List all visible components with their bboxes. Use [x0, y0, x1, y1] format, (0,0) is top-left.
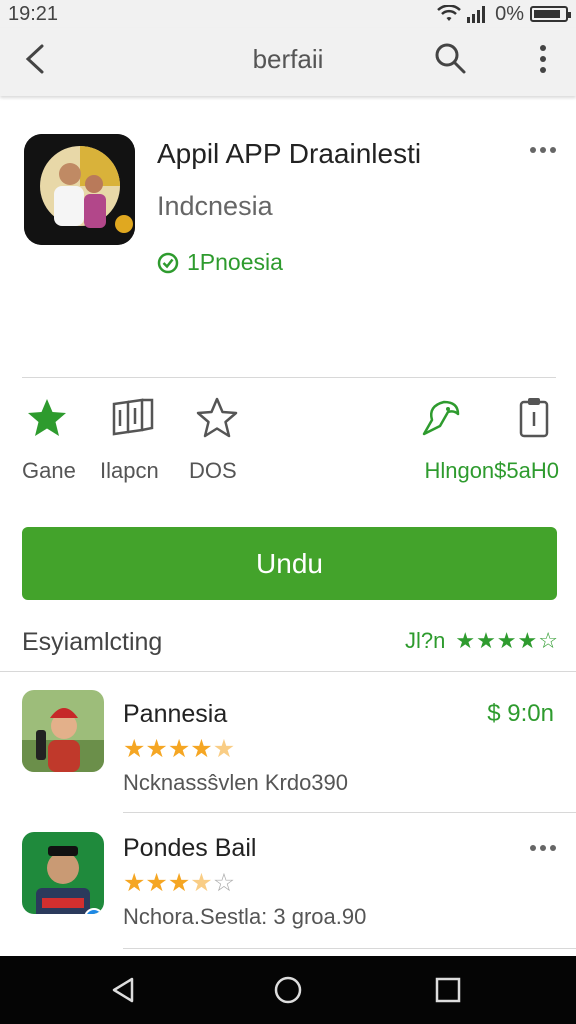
check-circle-icon: [157, 252, 179, 273]
section-rating: Jl?n ★ ★ ★ ★ ☆: [405, 628, 558, 654]
list-item-description: Nchora.Sestla: 3 groa.90: [123, 904, 367, 929]
stat-label-ilapcn: Ilapcn: [100, 458, 159, 483]
battery-icon: [530, 6, 571, 22]
signal-icon: [467, 6, 486, 23]
more-horizontal-icon[interactable]: [528, 836, 558, 860]
system-nav-bar: [0, 956, 576, 1024]
section-stars: ★ ★ ★ ★ ☆: [455, 628, 558, 654]
install-button[interactable]: Undu: [22, 527, 557, 600]
status-icons: 0%: [437, 2, 571, 26]
divider: [22, 377, 556, 378]
rating-star-icon: ★: [123, 869, 146, 897]
clipboard-icon[interactable]: [512, 396, 556, 440]
book-icon[interactable]: [110, 396, 154, 440]
section-label: Esyiamlcting: [22, 628, 163, 656]
stat-label-price: Hlngon$5aH0: [424, 458, 559, 483]
thumbnail-photo: [22, 690, 104, 772]
list-item[interactable]: Pondes Bail ★★★★☆ Nchora.Sestla: 3 groa.…: [0, 820, 576, 950]
list-item-title: Pannesia: [123, 700, 228, 728]
list-item-rating: ★★★★★: [123, 734, 235, 764]
divider: [0, 671, 576, 672]
list-item-title: Pondes Bail: [123, 834, 257, 862]
app-developer[interactable]: Indcnesia: [157, 191, 273, 222]
list-item-description: Ncknassŝvlen Krdo390: [123, 770, 349, 795]
rating-star-icon: ★: [123, 735, 146, 763]
list-item-price: $ 9:0n: [487, 700, 554, 727]
rating-star-icon: ★: [145, 869, 168, 897]
stat-label-dos: DOS: [189, 458, 237, 483]
bird-icon[interactable]: [418, 396, 462, 440]
rating-star-icon: ★: [455, 628, 476, 653]
rating-star-icon: ★: [212, 735, 236, 763]
overflow-menu-icon[interactable]: [530, 42, 556, 76]
wifi-icon: [437, 5, 461, 21]
rating-star-icon: ☆: [212, 869, 236, 897]
status-time: 19:21: [8, 2, 59, 25]
rating-star-icon: ★: [496, 628, 517, 653]
list-item-thumbnail: [22, 832, 104, 914]
verified-badge: 1Pnoesia: [157, 249, 283, 276]
star-outline-icon[interactable]: [195, 396, 239, 440]
rating-star-icon: ★: [190, 735, 213, 763]
divider: [123, 948, 576, 949]
list-item-rating: ★★★★☆: [123, 868, 235, 898]
rating-star-icon: ★: [145, 735, 168, 763]
status-bar: 19:21 0%: [0, 0, 576, 28]
nav-home-icon[interactable]: [272, 974, 304, 1006]
rating-star-icon: ★: [476, 628, 496, 653]
more-horizontal-icon[interactable]: [528, 138, 558, 162]
rating-star-icon: ☆: [538, 628, 558, 653]
page-title: berfaii: [252, 44, 324, 74]
nav-recents-icon[interactable]: [432, 974, 464, 1006]
nav-back-icon[interactable]: [108, 974, 140, 1006]
thumbnail-photo: [22, 832, 104, 914]
list-item[interactable]: Pannesia $ 9:0n ★★★★★ Ncknassŝvlen Krdo3…: [0, 686, 576, 816]
stat-label-gane: Gane: [22, 458, 76, 483]
app-title: Appil APP Draainlesti: [157, 138, 422, 169]
app-icon-artwork: [24, 134, 135, 245]
rating-star-icon: ★: [517, 628, 538, 653]
verified-label: 1Pnoesia: [187, 249, 283, 275]
list-item-thumbnail: [22, 690, 104, 772]
star-filled-icon[interactable]: [25, 396, 69, 440]
rating-star-icon: ★: [167, 869, 191, 897]
search-icon[interactable]: [432, 40, 468, 76]
rating-star-icon: ★: [167, 735, 191, 763]
rating-star-icon: ★: [190, 869, 213, 897]
divider: [123, 812, 576, 813]
app-icon: [24, 134, 135, 245]
section-rating-text: Jl?n: [404, 628, 446, 653]
battery-percent: 0%: [495, 2, 524, 25]
app-bar: berfaii: [0, 28, 576, 96]
